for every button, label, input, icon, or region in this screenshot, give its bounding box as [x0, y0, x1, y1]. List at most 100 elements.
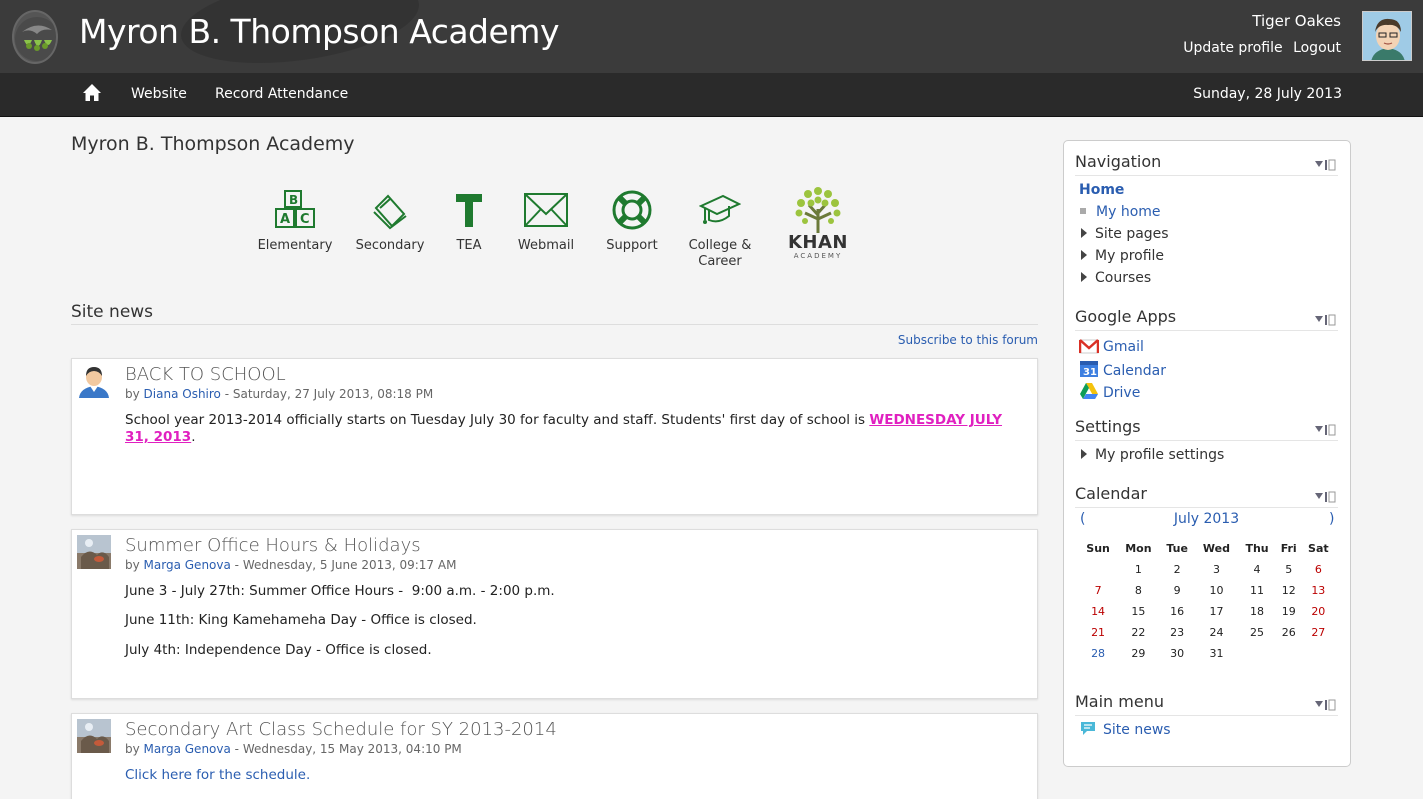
- nav-website[interactable]: Website: [131, 86, 187, 102]
- divider: [71, 324, 1038, 325]
- calendar-week: 28 29 30 31: [1079, 643, 1335, 664]
- expand-arrow-icon: [1081, 449, 1087, 459]
- google-apps-block: Google Apps Gmail 31 Calendar Drive: [1075, 307, 1338, 403]
- svg-text:B: B: [289, 193, 298, 207]
- forum-post: Secondary Art Class Schedule for SY 2013…: [71, 713, 1038, 799]
- calendar-day[interactable]: 5: [1276, 559, 1302, 580]
- app-label: College &: [688, 238, 752, 253]
- author-avatar[interactable]: [77, 719, 111, 753]
- calendar-day[interactable]: 13: [1302, 580, 1335, 601]
- site-news-heading: Site news: [71, 302, 154, 322]
- logout-link[interactable]: Logout: [1293, 40, 1341, 56]
- school-logo[interactable]: [12, 10, 58, 64]
- app-elementary[interactable]: B A C Elementary: [247, 182, 343, 254]
- update-profile-link[interactable]: Update profile: [1183, 40, 1282, 56]
- calendar-day[interactable]: 29: [1117, 643, 1160, 664]
- page-header: Myron B. Thompson Academy Tiger Oakes Up…: [0, 0, 1423, 73]
- home-icon[interactable]: [82, 83, 102, 103]
- nav-courses[interactable]: Courses: [1081, 270, 1151, 286]
- calendar-day[interactable]: 9: [1160, 580, 1195, 601]
- nav-site-pages[interactable]: Site pages: [1081, 226, 1169, 242]
- author-avatar[interactable]: [77, 535, 111, 569]
- block-controls-icon[interactable]: [1314, 488, 1336, 503]
- block-controls-icon[interactable]: [1314, 311, 1336, 326]
- calendar-day[interactable]: 2: [1160, 559, 1195, 580]
- bullet-icon: [1080, 208, 1086, 214]
- nav-my-home[interactable]: My home: [1096, 204, 1161, 220]
- calendar-day[interactable]: 22: [1117, 622, 1160, 643]
- calendar-day[interactable]: 11: [1238, 580, 1275, 601]
- gmail-link[interactable]: Gmail: [1078, 338, 1144, 356]
- calendar-day[interactable]: 27: [1302, 622, 1335, 643]
- drive-link[interactable]: Drive: [1079, 382, 1140, 401]
- app-support[interactable]: Support: [593, 182, 671, 254]
- weekday-header: Thu: [1245, 541, 1269, 555]
- app-shortcuts: B A C Elementary Secondary TEA Webmail S…: [247, 182, 867, 282]
- subscribe-forum-link[interactable]: Subscribe to this forum: [898, 333, 1038, 347]
- app-label: Elementary: [257, 238, 333, 253]
- calendar-day[interactable]: 8: [1117, 580, 1160, 601]
- nav-my-profile[interactable]: My profile: [1081, 248, 1164, 264]
- calendar-day[interactable]: 6: [1302, 559, 1335, 580]
- site-title[interactable]: Myron B. Thompson Academy: [79, 12, 560, 51]
- expand-arrow-icon: [1081, 272, 1087, 282]
- post-author-link[interactable]: Diana Oshiro: [144, 387, 221, 401]
- user-avatar[interactable]: [1362, 11, 1412, 61]
- calendar-day[interactable]: 30: [1160, 643, 1195, 664]
- calendar-day[interactable]: 31: [1195, 643, 1239, 664]
- forum-post: BACK TO SCHOOL by Diana Oshiro - Saturda…: [71, 358, 1038, 515]
- post-author-link[interactable]: Marga Genova: [144, 558, 231, 572]
- calendar-day[interactable]: 3: [1195, 559, 1239, 580]
- post-author-link[interactable]: Marga Genova: [144, 742, 231, 756]
- my-profile-settings[interactable]: My profile settings: [1081, 447, 1224, 463]
- app-tea[interactable]: TEA: [441, 182, 497, 254]
- calendar-day[interactable]: 26: [1276, 622, 1302, 643]
- tea-t-icon: [441, 182, 497, 238]
- google-calendar-icon: 31: [1079, 360, 1099, 378]
- calendar-day[interactable]: 1: [1117, 559, 1160, 580]
- schedule-link[interactable]: Click here for the schedule.: [125, 767, 310, 783]
- byline-by: by: [125, 742, 140, 756]
- calendar-app-link[interactable]: 31 Calendar: [1079, 360, 1166, 379]
- post-text-end: .: [191, 429, 196, 445]
- calendar-day[interactable]: 18: [1238, 601, 1275, 622]
- calendar-day[interactable]: 7: [1079, 580, 1117, 601]
- app-webmail[interactable]: Webmail: [507, 182, 585, 254]
- app-khan-academy[interactable]: KHAN ACADEMY: [777, 184, 859, 261]
- calendar-day[interactable]: 4: [1238, 559, 1275, 580]
- block-controls-icon[interactable]: [1314, 696, 1336, 711]
- calendar-day[interactable]: 25: [1238, 622, 1275, 643]
- calendar-day[interactable]: 23: [1160, 622, 1195, 643]
- calendar-day[interactable]: 28: [1079, 643, 1117, 664]
- books-icon: [343, 182, 437, 238]
- calendar-month-link[interactable]: July 2013: [1075, 511, 1338, 527]
- calendar-day[interactable]: 17: [1195, 601, 1239, 622]
- block-header: Navigation: [1075, 152, 1338, 176]
- expand-arrow-icon: [1081, 228, 1087, 238]
- envelope-icon: [507, 182, 585, 238]
- expand-arrow-icon: [1081, 250, 1087, 260]
- calendar-day[interactable]: 16: [1160, 601, 1195, 622]
- post-byline: by Marga Genova - Wednesday, 15 May 2013…: [125, 742, 462, 756]
- calendar-day[interactable]: 20: [1302, 601, 1335, 622]
- calendar-day[interactable]: 21: [1079, 622, 1117, 643]
- main-menu-site-news[interactable]: Site news: [1079, 719, 1171, 738]
- top-navbar: Website Record Attendance Sunday, 28 Jul…: [0, 73, 1423, 117]
- calendar-next-button[interactable]: ): [1329, 511, 1334, 527]
- block-controls-icon[interactable]: [1314, 156, 1336, 171]
- calendar-day[interactable]: 19: [1276, 601, 1302, 622]
- calendar-day[interactable]: 10: [1195, 580, 1239, 601]
- post-text: School year 2013-2014 officially starts …: [125, 412, 870, 428]
- block-controls-icon[interactable]: [1314, 421, 1336, 436]
- app-secondary[interactable]: Secondary: [343, 182, 437, 254]
- weekday-header: Fri: [1280, 541, 1297, 555]
- nav-home[interactable]: Home: [1079, 182, 1124, 198]
- calendar-day[interactable]: 24: [1195, 622, 1239, 643]
- calendar-day[interactable]: 14: [1079, 601, 1117, 622]
- nav-record-attendance[interactable]: Record Attendance: [215, 86, 348, 102]
- calendar-day[interactable]: 15: [1117, 601, 1160, 622]
- author-avatar[interactable]: [77, 364, 111, 398]
- app-college-career[interactable]: College & Career: [679, 182, 761, 270]
- calendar-day[interactable]: 12: [1276, 580, 1302, 601]
- block-header: Main menu: [1075, 692, 1338, 716]
